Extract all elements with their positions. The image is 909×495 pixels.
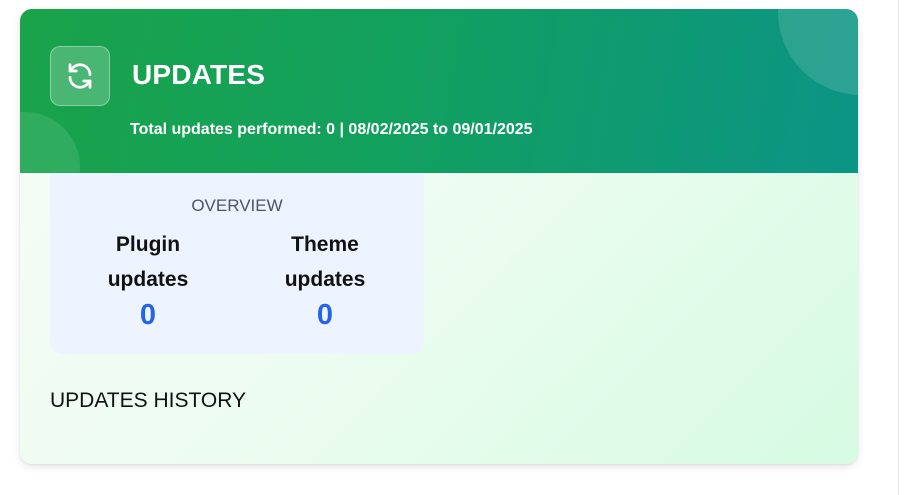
overview-panel: OVERVIEW Plugin updates 0 Theme updates … [50,173,424,354]
updates-header: UPDATES Total updates performed: 0 | 08/… [20,9,858,173]
updates-history-title: UPDATES HISTORY [50,389,247,412]
page-title: UPDATES [132,59,266,90]
plugin-updates-stat: Plugin updates 0 [73,227,223,335]
overview-label: OVERVIEW [191,196,283,215]
theme-updates-stat: Theme updates 0 [250,227,400,335]
updates-card: UPDATES Total updates performed: 0 | 08/… [20,9,858,464]
decorative-circle [20,112,80,173]
stat-label: Theme updates [284,233,366,291]
page: UPDATES Total updates performed: 0 | 08/… [0,0,909,495]
right-divider [898,0,899,495]
stat-value: 0 [316,299,334,331]
refresh-icon [50,46,110,106]
updates-summary: Total updates performed: 0 | 08/02/2025 … [130,121,533,138]
stat-label: Plugin updates [107,233,189,291]
stat-value: 0 [139,299,157,331]
decorative-circle [778,9,858,95]
